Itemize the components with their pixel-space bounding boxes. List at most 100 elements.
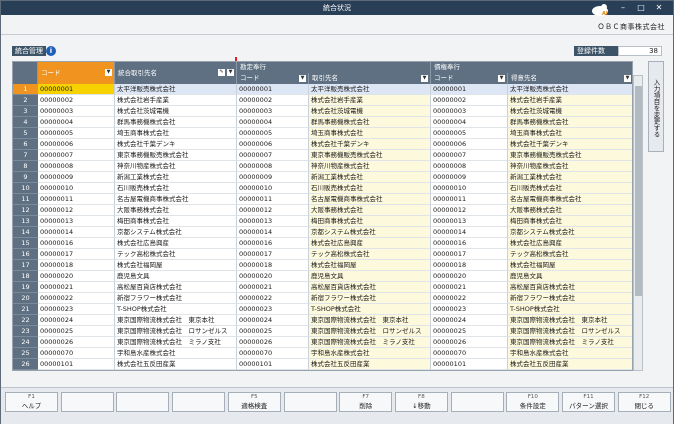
table-cell[interactable]: 00000004 xyxy=(431,117,508,128)
table-cell[interactable]: 大阪事務株式会社 xyxy=(309,205,431,216)
table-cell[interactable]: 東京国際物流株式会社 東京本社 xyxy=(115,315,237,326)
table-cell[interactable]: 東京国際物流株式会社 ロサンゼルス xyxy=(115,326,237,337)
table-cell[interactable]: 名古屋電機商事株式会社 xyxy=(115,194,237,205)
table-cell[interactable]: 00000004 xyxy=(38,117,115,128)
table-cell[interactable]: 埼玉商事株式会社 xyxy=(508,128,632,139)
table-cell[interactable]: 00000026 xyxy=(237,337,309,348)
table-cell[interactable]: 太平洋販売株式会社 xyxy=(309,84,431,95)
table-cell[interactable]: 株式会社広島興産 xyxy=(508,238,632,249)
table-cell[interactable]: 00000006 xyxy=(431,139,508,150)
table-cell[interactable]: 大阪事務株式会社 xyxy=(508,205,632,216)
close-button[interactable]: ✕ xyxy=(653,2,665,13)
table-cell[interactable]: 00000010 xyxy=(431,183,508,194)
table-row[interactable]: 00000026 東京国際物流株式会社 ミラノ支社 00000026 東京国際物流株式… xyxy=(38,337,632,348)
table-cell[interactable]: 00000101 xyxy=(237,359,309,370)
table-row[interactable]: 00000018 株式会社福岡屋 00000018 株式会社福岡屋 00000018 株式… xyxy=(38,260,632,271)
table-cell[interactable]: 00000016 xyxy=(38,238,115,249)
table-cell[interactable]: 00000008 xyxy=(38,161,115,172)
table-row[interactable]: 00000016 株式会社広島興産 00000016 株式会社広島興産 00000016… xyxy=(38,238,632,249)
table-row[interactable]: 00000025 東京国際物流株式会社 ロサンゼルス 00000025 東京国際物流株… xyxy=(38,326,632,337)
function-key-4[interactable] xyxy=(172,392,226,412)
table-cell[interactable]: 00000022 xyxy=(38,293,115,304)
table-cell[interactable]: 00000025 xyxy=(38,326,115,337)
table-cell[interactable]: 京都システム株式会社 xyxy=(115,227,237,238)
function-key-1[interactable]: F1 ヘルプ xyxy=(5,392,58,412)
table-cell[interactable]: 00000001 xyxy=(237,84,309,95)
table-cell[interactable]: 00000005 xyxy=(38,128,115,139)
table-row[interactable]: 00000001 太平洋販売株式会社 00000001 太平洋販売株式会社 000000… xyxy=(38,84,632,95)
table-cell[interactable]: 00000020 xyxy=(237,271,309,282)
table-cell[interactable]: 00000002 xyxy=(431,95,508,106)
table-cell[interactable]: 00000024 xyxy=(237,315,309,326)
table-cell[interactable]: 東京事務機販売株式会社 xyxy=(309,150,431,161)
table-row[interactable]: 00000004 群馬事務機株式会社 00000004 群馬事務機株式会社 000000… xyxy=(38,117,632,128)
minimize-button[interactable]: – xyxy=(617,2,629,13)
table-cell[interactable]: 高松屋百貨店株式会社 xyxy=(115,282,237,293)
table-cell[interactable]: 高松屋百貨店株式会社 xyxy=(508,282,632,293)
table-cell[interactable]: 新宿フラワー株式会社 xyxy=(115,293,237,304)
table-cell[interactable]: 東京国際物流株式会社 ミラノ支社 xyxy=(309,337,431,348)
table-cell[interactable]: 00000010 xyxy=(237,183,309,194)
table-cell[interactable]: 00000070 xyxy=(431,348,508,359)
table-cell[interactable]: 00000022 xyxy=(431,293,508,304)
change-input-items-tab[interactable]: 入力項目を変更する xyxy=(648,61,664,152)
function-key-6[interactable] xyxy=(283,392,337,412)
table-cell[interactable]: 00000017 xyxy=(38,249,115,260)
table-cell[interactable]: 00000014 xyxy=(431,227,508,238)
table-cell[interactable]: 00000006 xyxy=(38,139,115,150)
table-cell[interactable]: 名古屋電機商事株式会社 xyxy=(309,194,431,205)
table-cell[interactable]: 00000018 xyxy=(237,260,309,271)
table-cell[interactable]: T-SHOP株式会社 xyxy=(508,304,632,315)
header-code-kanjo[interactable]: コード ▼ xyxy=(237,73,309,84)
table-cell[interactable]: 00000018 xyxy=(431,260,508,271)
table-cell[interactable]: 東京国際物流株式会社 ロサンゼルス xyxy=(508,326,632,337)
table-cell[interactable]: 00000007 xyxy=(431,150,508,161)
table-cell[interactable]: 00000023 xyxy=(237,304,309,315)
table-cell[interactable]: 株式会社福岡屋 xyxy=(309,260,431,271)
table-cell[interactable]: 大阪事務株式会社 xyxy=(115,205,237,216)
table-cell[interactable]: 00000009 xyxy=(431,172,508,183)
table-cell[interactable]: テック高松株式会社 xyxy=(309,249,431,260)
table-cell[interactable]: 株式会社五反田産業 xyxy=(508,359,632,370)
table-cell[interactable]: 00000013 xyxy=(237,216,309,227)
table-cell[interactable]: 00000005 xyxy=(431,128,508,139)
table-row[interactable]: 00000010 石川販売株式会社 00000010 石川販売株式会社 00000010… xyxy=(38,183,632,194)
table-cell[interactable]: テック高松株式会社 xyxy=(115,249,237,260)
integration-grid[interactable]: コード ▼ 統合取引先名 ✎ ▼ 勘定奉行 コード ▼ 取引先名 ▼ 債権奉行 コード ▼ … xyxy=(12,61,633,371)
table-cell[interactable]: 00000018 xyxy=(38,260,115,271)
table-cell[interactable]: 神奈川物産株式会社 xyxy=(115,161,237,172)
table-cell[interactable]: 株式会社岩手産業 xyxy=(309,95,431,106)
table-cell[interactable]: 東京事務機販売株式会社 xyxy=(115,150,237,161)
table-cell[interactable]: 宇和島水産株式会社 xyxy=(309,348,431,359)
table-cell[interactable]: 00000021 xyxy=(431,282,508,293)
vertical-scrollbar[interactable] xyxy=(633,75,643,371)
function-key-12[interactable]: F12 閉じる xyxy=(617,392,671,412)
table-cell[interactable]: 株式会社五反田産業 xyxy=(115,359,237,370)
table-cell[interactable]: 00000009 xyxy=(237,172,309,183)
table-cell[interactable]: 埼玉商事株式会社 xyxy=(309,128,431,139)
table-cell[interactable]: 00000012 xyxy=(431,205,508,216)
table-cell[interactable]: 00000024 xyxy=(431,315,508,326)
table-cell[interactable]: 群馬事務機株式会社 xyxy=(115,117,237,128)
table-cell[interactable]: 00000007 xyxy=(38,150,115,161)
table-cell[interactable]: 00000013 xyxy=(431,216,508,227)
table-cell[interactable]: 鹿児島文具 xyxy=(309,271,431,282)
table-cell[interactable]: 新潟工業株式会社 xyxy=(309,172,431,183)
table-cell[interactable]: 鹿児島文具 xyxy=(115,271,237,282)
table-cell[interactable]: 00000002 xyxy=(38,95,115,106)
table-cell[interactable]: 京都システム株式会社 xyxy=(309,227,431,238)
table-cell[interactable]: 00000004 xyxy=(237,117,309,128)
table-cell[interactable]: 宇和島水産株式会社 xyxy=(508,348,632,359)
table-cell[interactable]: 00000009 xyxy=(38,172,115,183)
table-cell[interactable]: 00000017 xyxy=(431,249,508,260)
table-cell[interactable]: 東京事務機販売株式会社 xyxy=(508,150,632,161)
table-row[interactable]: 00000011 名古屋電機商事株式会社 00000011 名古屋電機商事株式会社 00… xyxy=(38,194,632,205)
table-cell[interactable]: 宇和島水産株式会社 xyxy=(115,348,237,359)
table-row[interactable]: 00000008 神奈川物産株式会社 00000008 神奈川物産株式会社 000000… xyxy=(38,161,632,172)
table-row[interactable]: 00000017 テック高松株式会社 00000017 テック高松株式会社 000000… xyxy=(38,249,632,260)
edit-icon[interactable]: ✎ xyxy=(218,69,225,76)
table-cell[interactable]: 00000101 xyxy=(38,359,115,370)
table-cell[interactable]: 新宿フラワー株式会社 xyxy=(508,293,632,304)
table-cell[interactable]: 00000023 xyxy=(38,304,115,315)
table-cell[interactable]: 00000021 xyxy=(38,282,115,293)
